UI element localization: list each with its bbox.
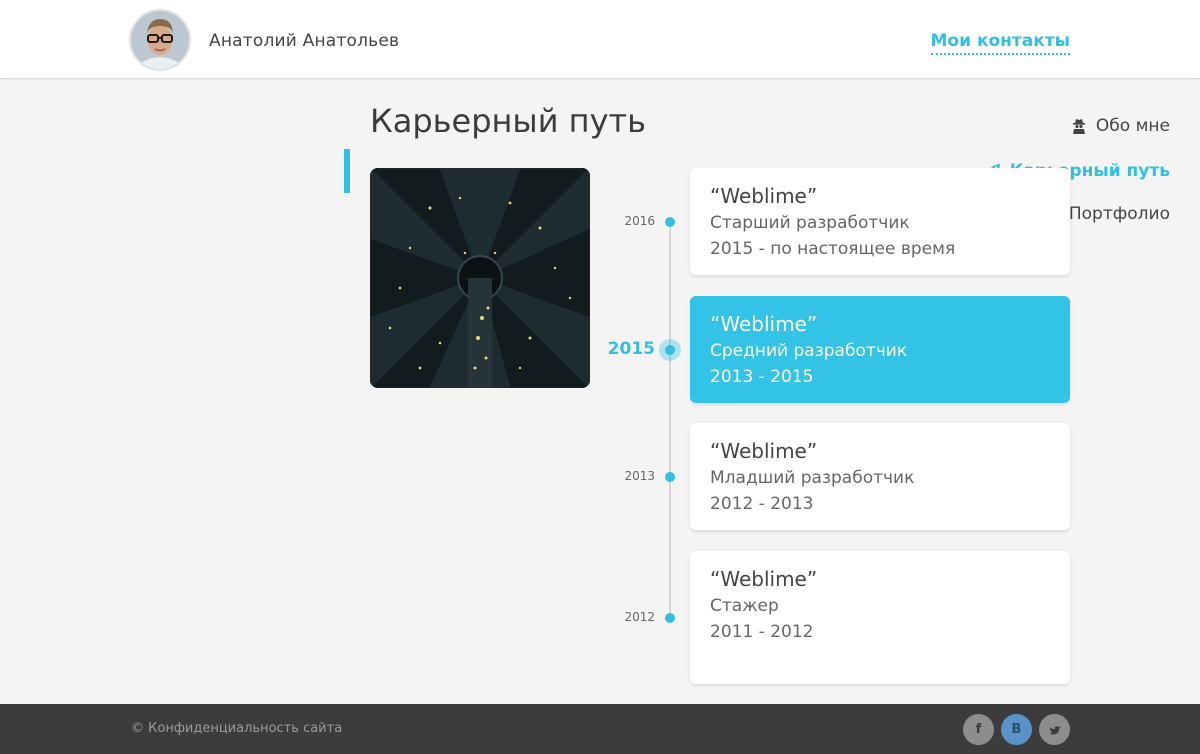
site-header: Анатолий Анатольев Мои контакты: [0, 0, 1200, 79]
timeline-year-active: 2015: [607, 339, 655, 359]
job-period: 2012 - 2013: [710, 494, 814, 514]
company-name: “Weblime”: [710, 439, 818, 463]
site-footer: © Конфиденциальность сайта f В: [0, 704, 1200, 754]
timeline-dot: [665, 613, 675, 623]
page-title: Карьерный путь: [370, 102, 647, 140]
job-role: Стажер: [710, 596, 779, 616]
timeline-card-active[interactable]: “Weblime” Средний разработчик 2013 - 201…: [690, 296, 1070, 403]
job-period: 2013 - 2015: [710, 367, 814, 387]
job-period: 2015 - по настоящее время: [710, 239, 956, 259]
job-role: Старший разработчик: [710, 213, 910, 233]
job-role: Младший разработчик: [710, 468, 915, 488]
timeline-card[interactable]: “Weblime” Младший разработчик 2012 - 201…: [690, 423, 1070, 530]
sidebar-item-label: Обо мне: [1095, 116, 1170, 136]
active-nav-indicator: [344, 149, 350, 193]
contacts-link[interactable]: Мои контакты: [930, 31, 1070, 55]
job-role: Средний разработчик: [710, 341, 908, 361]
copyright-link[interactable]: © Конфиденциальность сайта: [131, 721, 342, 736]
twitter-icon[interactable]: [1039, 714, 1070, 745]
timeline-card[interactable]: “Weblime” Старший разработчик 2015 - по …: [690, 168, 1070, 275]
company-name: “Weblime”: [710, 312, 818, 336]
avatar-image: [131, 11, 189, 69]
career-photo: [370, 168, 590, 388]
user-name: Анатолий Анатольев: [209, 31, 400, 51]
user-secret-icon: [1070, 117, 1088, 135]
company-name: “Weblime”: [710, 567, 818, 591]
timeline-year: 2016: [624, 214, 655, 228]
facebook-icon[interactable]: f: [963, 714, 994, 745]
vk-label: В: [1011, 722, 1022, 737]
timeline-year: 2012: [624, 610, 655, 624]
company-name: “Weblime”: [710, 184, 818, 208]
facebook-label: f: [975, 722, 982, 737]
timeline-dot-active: [665, 345, 675, 355]
timeline-dot: [665, 217, 675, 227]
vk-icon[interactable]: В: [1001, 714, 1032, 745]
timeline-line: [669, 222, 671, 618]
twitter-bird-icon: [1048, 725, 1061, 734]
sidebar-item-label: Портфолио: [1068, 204, 1170, 224]
sidebar-item-about[interactable]: Обо мне: [1070, 104, 1170, 148]
avatar[interactable]: [129, 9, 191, 71]
timeline-year: 2013: [624, 469, 655, 483]
timeline-dot: [665, 472, 675, 482]
timeline-card[interactable]: “Weblime” Стажер 2011 - 2012: [690, 551, 1070, 684]
job-period: 2011 - 2012: [710, 622, 814, 642]
